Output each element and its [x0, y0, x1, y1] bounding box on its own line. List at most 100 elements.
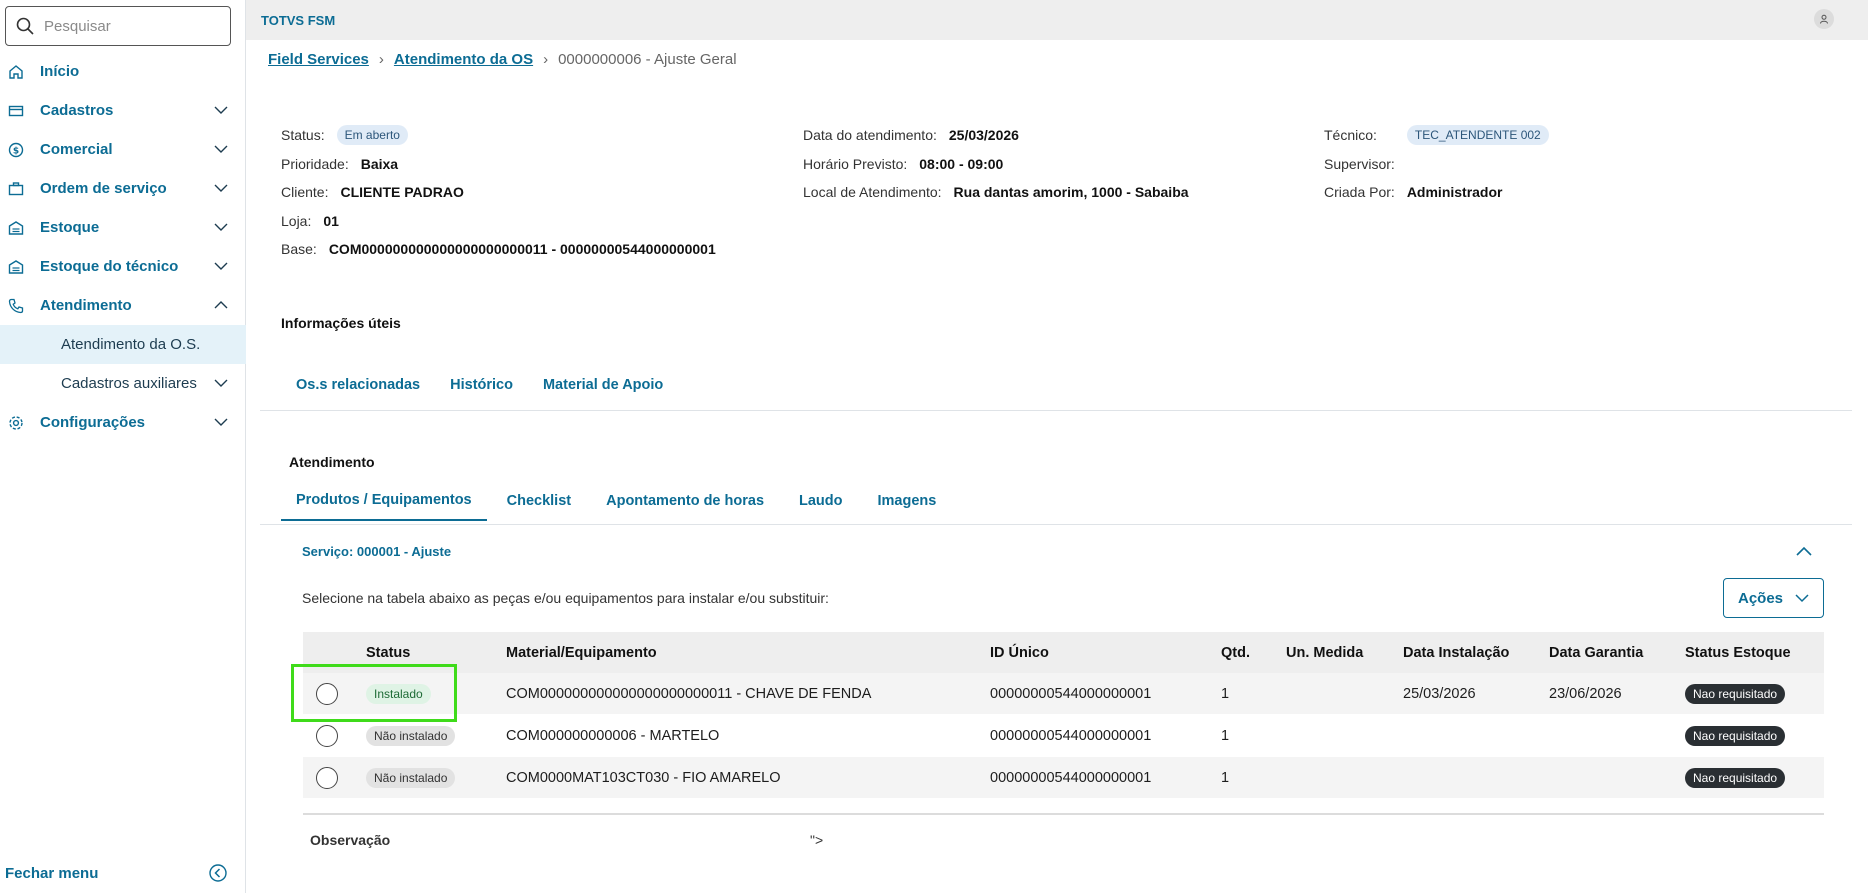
- chevron-down-icon: [214, 262, 228, 270]
- acoes-button[interactable]: Ações: [1723, 578, 1824, 618]
- local-label: Local de Atendimento:: [803, 184, 942, 201]
- tab-apontamento-horas[interactable]: Apontamento de horas: [591, 481, 779, 521]
- chevron-down-icon: [214, 184, 228, 192]
- divider: [260, 524, 1852, 525]
- sidebar-subitem-label: Atendimento da O.S.: [61, 336, 201, 353]
- divider: [260, 410, 1852, 411]
- sidebar-item-label: Início: [40, 63, 80, 80]
- qtd-cell: 1: [1221, 685, 1230, 702]
- prioridade-label: Prioridade:: [281, 155, 349, 172]
- service-title[interactable]: Serviço: 000001 - Ajuste: [302, 544, 451, 559]
- chevron-down-icon: [214, 145, 228, 153]
- header-qtd: Qtd.: [1221, 644, 1250, 661]
- sidebar-item-atendimento[interactable]: Atendimento: [0, 286, 246, 325]
- tab-os-relacionadas[interactable]: Os.s relacionadas: [281, 365, 435, 405]
- products-table: Status Material/Equipamento ID Único Qtd…: [303, 632, 1824, 815]
- info-column-3: Técnico: TEC_ATENDENTE 002 Supervisor: Cr…: [1324, 121, 1549, 207]
- qtd-cell: 1: [1221, 769, 1230, 786]
- sidebar-item-inicio[interactable]: Início: [0, 52, 246, 91]
- svg-text:$: $: [13, 146, 19, 156]
- search-input[interactable]: [44, 17, 204, 35]
- tab-material-apoio[interactable]: Material de Apoio: [528, 365, 678, 405]
- estoque-badge: Nao requisitado: [1685, 767, 1786, 788]
- observacao-value: ">: [810, 832, 824, 848]
- sidebar-item-label: Estoque: [40, 219, 100, 236]
- local-value: Rua dantas amorim, 1000 - Sabaiba: [953, 184, 1189, 201]
- sidebar-subitem-label: Cadastros auxiliares: [61, 375, 197, 392]
- header-data-garantia: Data Garantia: [1549, 644, 1644, 661]
- user-avatar-icon[interactable]: [1814, 9, 1834, 29]
- chevron-up-icon[interactable]: [1796, 544, 1812, 560]
- table-bottom-border: [303, 813, 1824, 815]
- header-data-instalacao: Data Instalação: [1403, 644, 1510, 661]
- header-status-estoque: Status Estoque: [1685, 644, 1791, 661]
- top-bar: TOTVS FSM: [246, 0, 1868, 40]
- estoque-badge: Nao requisitado: [1685, 683, 1786, 704]
- sidebar-item-label: Comercial: [40, 141, 113, 158]
- material-cell: COM0000MAT103CT030 - FIO AMARELO: [506, 769, 781, 786]
- sidebar-subitem-atendimento-os[interactable]: Atendimento da O.S.: [0, 325, 246, 364]
- sidebar-item-cadastros[interactable]: Cadastros: [0, 91, 246, 130]
- tab-checklist[interactable]: Checklist: [487, 481, 591, 521]
- material-cell: COM000000000006 - MARTELO: [506, 727, 720, 744]
- cliente-value: CLIENTE PADRAO: [340, 184, 464, 201]
- base-label: Base:: [281, 241, 317, 258]
- tab-produtos-equipamentos[interactable]: Produtos / Equipamentos: [281, 481, 487, 521]
- supervisor-label: Supervisor:: [1324, 155, 1395, 172]
- breadcrumb-field-services[interactable]: Field Services: [268, 51, 369, 68]
- breadcrumb-atendimento-os[interactable]: Atendimento da OS: [394, 51, 533, 68]
- service-helper-text: Selecione na tabela abaixo as peças e/ou…: [302, 590, 829, 606]
- chevron-down-icon: [214, 379, 228, 387]
- breadcrumb: Field Services › Atendimento da OS › 000…: [268, 51, 737, 68]
- breadcrumb-current: 0000000006 - Ajuste Geral: [558, 51, 737, 68]
- useful-info-tabs: Os.s relacionadas Histórico Material de …: [281, 365, 678, 405]
- data-atendimento-label: Data do atendimento:: [803, 127, 937, 144]
- sidebar-item-ordem-servico[interactable]: Ordem de serviço: [0, 169, 246, 208]
- search-box[interactable]: [5, 6, 231, 46]
- info-column-2: Data do atendimento: 25/03/2026 Horário P…: [803, 121, 1189, 207]
- selection-highlight-box: [291, 664, 457, 722]
- table-row[interactable]: Não instalado COM0000MAT103CT030 - FIO A…: [303, 757, 1824, 799]
- sidebar-item-estoque-tecnico[interactable]: Estoque do técnico: [0, 247, 246, 286]
- criada-por-value: Administrador: [1406, 184, 1503, 201]
- chevron-down-icon: [214, 223, 228, 231]
- material-cell: COM000000000000000000000011 - CHAVE DE F…: [506, 685, 872, 702]
- sidebar-subitem-cadastros-auxiliares[interactable]: Cadastros auxiliares: [0, 364, 246, 403]
- warehouse-icon: [7, 258, 25, 276]
- data-garantia-cell: 23/06/2026: [1549, 685, 1622, 702]
- tecnico-label: Técnico:: [1324, 127, 1377, 144]
- base-value: COM000000000000000000000011 - 0000000054…: [328, 241, 716, 258]
- chevron-up-icon: [214, 301, 228, 309]
- tab-laudo[interactable]: Laudo: [779, 481, 863, 521]
- breadcrumb-separator-icon: ›: [543, 51, 549, 68]
- sidebar-nav: Início Cadastros $ Comercial Ordem de se…: [0, 52, 246, 442]
- briefcase-icon: [7, 180, 25, 198]
- header-material: Material/Equipamento: [506, 644, 657, 661]
- table-row[interactable]: Instalado COM000000000000000000000011 - …: [303, 673, 1824, 715]
- acoes-label: Ações: [1737, 589, 1784, 607]
- status-badge: Em aberto: [336, 125, 408, 146]
- sidebar-item-comercial[interactable]: $ Comercial: [0, 130, 246, 169]
- header-status: Status: [366, 644, 411, 661]
- phone-icon: [7, 297, 25, 315]
- sidebar-item-label: Atendimento: [40, 297, 132, 314]
- status-badge: Não instalado: [366, 767, 456, 788]
- table-row[interactable]: Não instalado COM000000000006 - MARTELO …: [303, 715, 1824, 757]
- sidebar-item-label: Cadastros: [40, 102, 114, 119]
- data-instalacao-cell: 25/03/2026: [1403, 685, 1476, 702]
- tab-imagens[interactable]: Imagens: [863, 481, 952, 521]
- close-menu-button[interactable]: Fechar menu: [5, 853, 241, 893]
- tab-historico[interactable]: Histórico: [435, 365, 528, 405]
- sidebar: Início Cadastros $ Comercial Ordem de se…: [0, 0, 246, 893]
- sidebar-item-estoque[interactable]: Estoque: [0, 208, 246, 247]
- cliente-label: Cliente:: [281, 184, 329, 201]
- row-select-radio[interactable]: [316, 724, 338, 747]
- criada-por-label: Criada Por:: [1324, 184, 1395, 201]
- sidebar-item-label: Estoque do técnico: [40, 258, 179, 275]
- info-column-1: Status: Em aberto Prioridade: Baixa Client…: [281, 121, 716, 264]
- estoque-badge: Nao requisitado: [1685, 725, 1786, 746]
- horario-value: 08:00 - 09:00: [919, 155, 1004, 172]
- row-select-radio[interactable]: [316, 766, 338, 789]
- header-un-medida: Un. Medida: [1286, 644, 1364, 661]
- sidebar-item-configuracoes[interactable]: Configurações: [0, 403, 246, 442]
